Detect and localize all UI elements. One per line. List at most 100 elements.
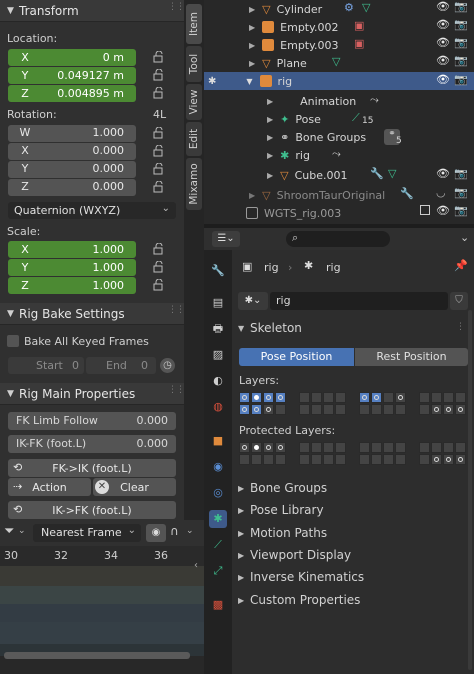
layer-toggle[interactable] — [371, 454, 382, 465]
camera-icon[interactable]: 📷 — [454, 204, 468, 217]
expand-arrow-icon[interactable]: ▶ — [267, 151, 273, 160]
tab-edit[interactable]: Edit — [186, 122, 202, 156]
layer-toggle[interactable] — [275, 392, 286, 403]
expand-arrow-icon[interactable]: ‹ — [194, 560, 198, 571]
expand-arrow-icon[interactable]: ▶ — [267, 133, 273, 142]
exclude-checkbox[interactable] — [420, 205, 430, 215]
search-input[interactable]: ⌕ — [286, 231, 390, 247]
layer-toggle[interactable] — [419, 454, 430, 465]
expand-arrow-icon[interactable]: ▶ — [267, 115, 273, 124]
lock-icon[interactable] — [153, 181, 167, 193]
chevron-down-icon[interactable]: ⌄ — [186, 526, 194, 536]
fake-user-shield-icon[interactable]: ⛉ — [450, 292, 468, 310]
lock-icon[interactable] — [153, 69, 167, 81]
lock-icon[interactable] — [153, 51, 167, 63]
layer-toggle[interactable] — [371, 442, 382, 453]
interpolation-dropdown[interactable]: Nearest Frame ⌄ — [33, 524, 141, 542]
layer-toggle[interactable] — [239, 442, 250, 453]
layer-toggle[interactable] — [431, 404, 442, 415]
eye-closed-icon[interactable]: ◡ — [436, 186, 446, 199]
skeleton-panel-header[interactable]: ▼ Skeleton — [238, 321, 302, 335]
layer-toggle[interactable] — [419, 404, 430, 415]
rig-main-panel-header[interactable]: ▼ Rig Main Properties ⋮⋮ — [0, 383, 185, 405]
layer-toggle[interactable] — [239, 454, 250, 465]
eye-icon[interactable]: 👁 — [436, 36, 450, 49]
layer-toggle[interactable] — [275, 442, 286, 453]
layer-toggle[interactable] — [359, 454, 370, 465]
inverse-kinematics-panel-header[interactable]: ▶ Inverse Kinematics — [238, 570, 364, 584]
fk-limb-follow-slider[interactable]: FK Limb Follow 0.000 — [8, 412, 176, 430]
layer-toggle[interactable] — [431, 442, 442, 453]
expand-arrow-icon[interactable]: ▶ — [249, 23, 255, 32]
location-z-field[interactable]: Z 0.004895 m — [8, 85, 136, 102]
layer-toggle[interactable] — [323, 442, 334, 453]
pin-icon[interactable]: 📌 — [454, 259, 468, 272]
rotation-z-field[interactable]: Z 0.000 — [8, 179, 136, 196]
output-tab-icon[interactable]: 🖶 — [209, 320, 227, 338]
camera-icon[interactable]: 📷 — [454, 36, 468, 49]
layer-toggle[interactable] — [443, 404, 454, 415]
lock-icon[interactable] — [153, 279, 167, 291]
layer-toggle[interactable] — [263, 404, 274, 415]
filter-icon[interactable]: ⏷ — [4, 524, 14, 539]
bake-start-field[interactable]: Start 0 — [8, 357, 84, 374]
layer-toggle[interactable] — [431, 392, 442, 403]
tab-mixamo[interactable]: Mixamo — [186, 158, 202, 210]
layer-toggle[interactable] — [299, 454, 310, 465]
layer-toggle[interactable] — [395, 442, 406, 453]
layer-toggle[interactable] — [455, 392, 466, 403]
scene-tab-icon[interactable]: ◐ — [209, 372, 227, 390]
frame-ruler[interactable]: 30 32 34 36 — [0, 546, 204, 566]
expand-arrow-icon[interactable]: ▼ — [246, 77, 252, 86]
tab-item[interactable]: Item — [186, 4, 202, 44]
layer-toggle[interactable] — [263, 454, 274, 465]
bone-groups-panel-header[interactable]: ▶ Bone Groups — [238, 481, 327, 495]
ik-to-fk-button[interactable]: ⟲ IK->FK (foot.L) — [8, 501, 176, 519]
view-layer-tab-icon[interactable]: ▨ — [209, 346, 227, 364]
lock-icon[interactable] — [153, 163, 167, 175]
layer-toggle[interactable] — [323, 392, 334, 403]
location-x-field[interactable]: X 0 m — [8, 49, 136, 66]
rest-position-button[interactable]: Rest Position — [355, 348, 468, 366]
scale-y-field[interactable]: Y 1.000 — [8, 259, 136, 276]
eye-icon[interactable]: 👁 — [436, 18, 450, 31]
expand-arrow-icon[interactable]: ▶ — [249, 191, 255, 200]
lock-icon[interactable] — [153, 261, 167, 273]
layer-toggle[interactable] — [395, 404, 406, 415]
layer-toggle[interactable] — [275, 404, 286, 415]
bone-tab-icon[interactable]: ⟋ — [209, 536, 227, 554]
expand-arrow-icon[interactable]: ▶ — [249, 41, 255, 50]
layer-toggle[interactable] — [443, 442, 454, 453]
layer-toggle[interactable] — [371, 404, 382, 415]
layer-toggle[interactable] — [263, 442, 274, 453]
drag-grip-icon[interactable]: ⋮⋮ — [168, 386, 185, 395]
eye-icon[interactable]: 👁 — [436, 204, 450, 217]
layer-toggle[interactable] — [323, 404, 334, 415]
rig-bake-panel-header[interactable]: ▼ Rig Bake Settings ⋮⋮ — [0, 303, 185, 325]
expand-arrow-icon[interactable]: ▶ — [267, 171, 273, 180]
layer-toggle[interactable] — [395, 392, 406, 403]
world-tab-icon[interactable]: ◍ — [209, 398, 227, 416]
layer-toggle[interactable] — [251, 404, 262, 415]
layer-toggle[interactable] — [383, 454, 394, 465]
camera-icon[interactable]: 📷 — [454, 0, 468, 13]
layer-toggle[interactable] — [251, 454, 262, 465]
layer-toggle[interactable] — [275, 454, 286, 465]
scale-x-field[interactable]: X 1.000 — [8, 241, 136, 258]
layer-toggle[interactable] — [383, 404, 394, 415]
layer-toggle[interactable] — [455, 454, 466, 465]
layer-toggle[interactable] — [251, 442, 262, 453]
lock-icon[interactable] — [153, 243, 167, 255]
pose-position-button[interactable]: Pose Position — [239, 348, 354, 366]
modifiers-tab-icon[interactable]: ◉ — [209, 458, 227, 476]
tab-tool[interactable]: Tool — [186, 46, 202, 82]
rotation-y-field[interactable]: Y 0.000 — [8, 161, 136, 178]
layer-toggle[interactable] — [383, 442, 394, 453]
layer-toggle[interactable] — [311, 442, 322, 453]
layer-toggle[interactable] — [335, 392, 346, 403]
camera-icon[interactable]: 📷 — [454, 18, 468, 31]
rotation-w-field[interactable]: W 1.000 — [8, 125, 136, 142]
layer-toggle[interactable] — [299, 404, 310, 415]
expand-arrow-icon[interactable]: ▶ — [249, 59, 255, 68]
layer-toggle[interactable] — [371, 392, 382, 403]
